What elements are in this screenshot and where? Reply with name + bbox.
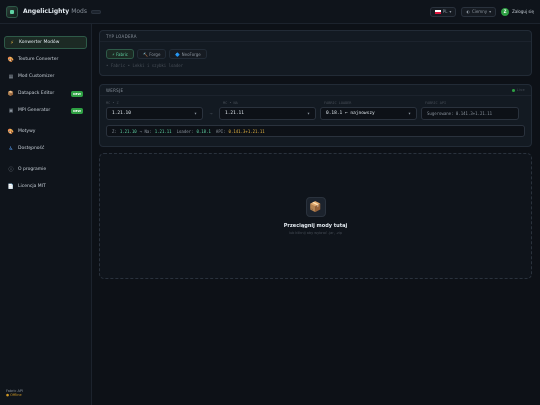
new-badge: NEW	[71, 107, 83, 114]
package-icon: 📦	[7, 90, 15, 97]
sidebar-item-accessibility[interactable]: ♿ Dostępność	[4, 142, 87, 155]
loader-hint: • Fabric • Lekki i szybki loader	[106, 63, 184, 68]
sidebar-item-label: Dostępność	[18, 146, 45, 151]
theme-select[interactable]: ◐ Ciemny ▾	[461, 6, 497, 17]
summary-api-value: 0.141.3+1.21.11	[228, 128, 265, 134]
mod-drop-zone[interactable]: 📦 Przeciągnij mody tutaj lub kliknij aby…	[99, 153, 532, 279]
from-version-select[interactable]: 1.21.10 ▾	[106, 107, 203, 120]
sidebar-item-label: Datapack Editor	[18, 91, 55, 96]
login-button[interactable]: Z Zaloguj się	[501, 7, 534, 16]
login-label: Zaloguj się	[512, 9, 534, 14]
poland-flag-icon	[434, 9, 441, 14]
loader-tabs: ⚡ Fabric 🔨 Forge 🔷 NeoForge	[100, 42, 531, 63]
sidebar-item-texture-converter[interactable]: 🎨 Texture Converter	[4, 53, 87, 66]
from-label: MC • Z	[106, 101, 119, 105]
sidebar-item-label: Licencja MIT	[18, 184, 46, 189]
loader-version-select[interactable]: 0.18.1 ← najnowszy ▾	[320, 107, 417, 120]
summary-loader-label: Loader:	[176, 128, 194, 134]
language-label: PL	[442, 9, 448, 14]
sidebar-item-label: MPI Generator	[18, 108, 51, 113]
moon-icon: ◐	[466, 9, 470, 14]
tab-forge[interactable]: 🔨 Forge	[136, 49, 167, 59]
summary-loader-value: 0.18.1	[196, 128, 211, 134]
sidebar-item-themes[interactable]: 🎨 Motywy	[4, 125, 87, 138]
tab-neoforge[interactable]: 🔷 NeoForge	[169, 49, 207, 59]
chip-icon: ▣	[8, 107, 14, 114]
summary-to-label: → Na:	[139, 128, 152, 134]
arrow-right-icon: →	[209, 110, 213, 117]
sidebar-item-datapack-editor[interactable]: 📦 Datapack Editor NEW	[4, 87, 87, 100]
new-badge: NEW	[71, 90, 83, 97]
summary-from-label: Z:	[112, 128, 117, 134]
summary-api-label: API:	[215, 128, 226, 134]
loader-label: FABRIC LOADER	[324, 101, 352, 105]
sidebar-item-mpi-generator[interactable]: ▣ MPI Generator NEW	[4, 104, 87, 117]
chevron-down-icon: ▾	[489, 9, 492, 14]
status-dot-icon	[511, 88, 515, 92]
brand-name: AngelicLighty	[23, 8, 70, 15]
summary-from-value: 1.21.10	[119, 128, 137, 134]
tab-fabric[interactable]: ⚡ Fabric	[106, 49, 134, 59]
sidebar-item-label: O programie	[18, 167, 47, 172]
top-bar: AngelicLighty Mods PL ▾ ◐ Ciemny ▾ Z Zal…	[0, 0, 540, 24]
live-indicator: Live	[511, 88, 525, 92]
sidebar-item-label: Mod Customizer	[18, 74, 55, 79]
api-status-value: ● Offline	[6, 393, 22, 397]
chevron-down-icon: ▾	[449, 9, 452, 14]
package-icon: 📦	[305, 197, 326, 217]
live-label: Live	[516, 88, 525, 92]
document-icon: 📄	[7, 183, 15, 190]
sidebar-item-label: Konwerter Modów	[19, 40, 60, 45]
drop-subtitle: lub kliknij aby wybrać .jar, .zip	[288, 231, 343, 235]
version-badge	[90, 9, 101, 14]
chevron-down-icon: ▾	[407, 110, 411, 117]
sidebar-item-label: Texture Converter	[18, 57, 59, 62]
palette-icon: 🎨	[7, 56, 15, 63]
summary-to-value: 1.21.11	[154, 128, 172, 134]
drop-title: Przeciągnij mody tutaj	[283, 223, 348, 229]
to-version-value: 1.21.11	[225, 111, 244, 116]
version-summary: Z: 1.21.10 → Na: 1.21.11 Loader: 0.18.1 …	[106, 125, 525, 137]
sidebar-item-label: Motywy	[18, 129, 36, 134]
sidebar-item-mod-customizer[interactable]: ▦ Mod Customizer	[4, 70, 87, 83]
versions-card-title: WERSJE	[106, 87, 124, 93]
from-version-value: 1.21.10	[112, 111, 131, 116]
api-version-input[interactable]: Sugerowane: 0.141.3+1.21.11	[421, 107, 519, 120]
version-selectors: 1.21.10 ▾ → 1.21.11 ▾ 0.18.1 ← najnowszy…	[100, 107, 531, 120]
chevron-down-icon: ▾	[193, 110, 197, 117]
api-label: FABRIC API	[425, 101, 447, 105]
language-select[interactable]: PL ▾	[429, 6, 457, 17]
info-icon: ⓘ	[8, 167, 14, 173]
versions-card-header: WERSJE Live	[100, 85, 531, 96]
api-status: Fabric API ● Offline	[6, 389, 23, 397]
theme-label: Ciemny	[471, 9, 488, 14]
versions-card: WERSJE Live MC • Z MC • NA FABRIC LOADER…	[99, 84, 532, 147]
sidebar-item-about[interactable]: ⓘ O programie	[4, 163, 87, 176]
chevron-down-icon: ▾	[306, 110, 310, 117]
brand-sub: Mods	[71, 8, 87, 15]
sidebar: ⚡ Konwerter Modów 🎨 Texture Converter ▦ …	[0, 24, 92, 405]
app-logo	[6, 5, 18, 18]
to-version-select[interactable]: 1.21.11 ▾	[219, 107, 316, 120]
sidebar-item-mod-converter[interactable]: ⚡ Konwerter Modów	[4, 36, 87, 49]
to-label: MC • NA	[223, 101, 238, 105]
lightning-icon: ⚡	[10, 39, 14, 46]
accessibility-icon: ♿	[8, 145, 14, 152]
grid-icon: ▦	[8, 73, 14, 80]
loader-card: TYP LOADERA ⚡ Fabric 🔨 Forge 🔷 NeoForge …	[99, 30, 532, 76]
avatar: Z	[501, 7, 510, 16]
loader-version-value: 0.18.1 ← najnowszy	[326, 111, 375, 116]
sidebar-item-license[interactable]: 📄 Licencja MIT	[4, 180, 87, 193]
palette-icon: 🎨	[7, 128, 15, 135]
loader-card-title: TYP LOADERA	[100, 31, 531, 42]
version-labels: MC • Z MC • NA FABRIC LOADER FABRIC API	[100, 96, 531, 107]
